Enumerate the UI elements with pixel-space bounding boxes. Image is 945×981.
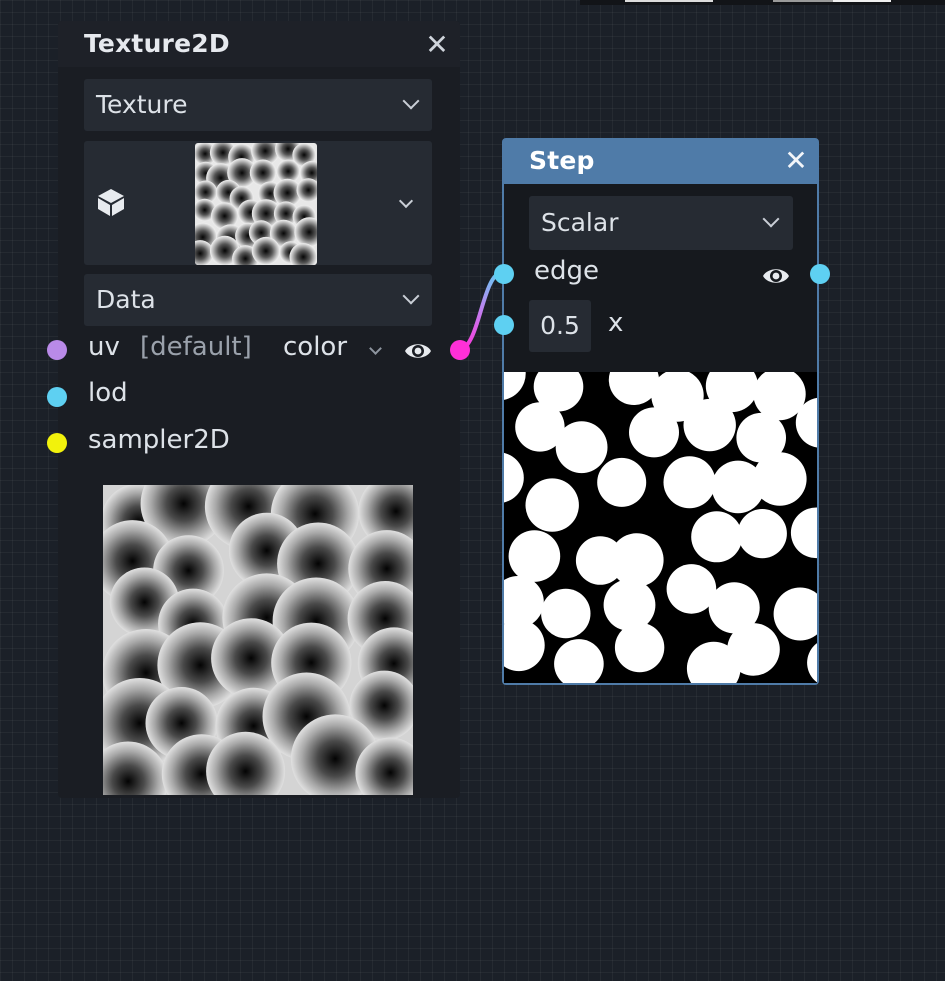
- lod-input-port[interactable]: [47, 387, 67, 407]
- step-controls: Scalar edge 0.5 x: [504, 184, 817, 372]
- step-dot: [525, 478, 579, 532]
- sampler2d-label: sampler2D: [88, 425, 230, 455]
- data-select-label: Data: [96, 285, 156, 314]
- chevron-down-icon: [762, 210, 780, 228]
- step-dot: [555, 421, 608, 474]
- step-dot: [753, 452, 807, 506]
- step-dot: [610, 533, 664, 587]
- sampler2d-input-port[interactable]: [47, 433, 67, 453]
- step-dot: [691, 511, 743, 563]
- color-output-label[interactable]: color: [283, 332, 347, 362]
- texture-picker[interactable]: [84, 141, 432, 265]
- uv-label: uv: [88, 332, 120, 362]
- step-dot: [541, 588, 591, 639]
- color-output-port[interactable]: [450, 340, 470, 360]
- step-dot: [629, 407, 679, 458]
- uv-default-hint: [default]: [140, 332, 252, 362]
- step-dot: [683, 398, 736, 452]
- uv-input-port[interactable]: [47, 340, 67, 360]
- step-dot: [663, 456, 716, 509]
- texture-thumbnail: [195, 143, 317, 265]
- texture-type-select[interactable]: Texture: [84, 79, 432, 131]
- lod-label: lod: [88, 378, 128, 408]
- x-label: x: [608, 308, 624, 338]
- step-preview: [504, 372, 817, 683]
- close-icon[interactable]: ✕: [422, 30, 452, 60]
- x-input-port[interactable]: [494, 315, 514, 335]
- chevron-down-icon[interactable]: [369, 342, 382, 355]
- node-header[interactable]: Texture2D ✕: [58, 21, 460, 67]
- cube-icon[interactable]: [96, 187, 126, 217]
- chevron-down-icon: [398, 193, 414, 209]
- step-dot: [597, 457, 647, 507]
- eye-icon[interactable]: [761, 263, 791, 289]
- top-toolbar-strip: [580, 0, 945, 5]
- step-node[interactable]: Step ✕ Scalar edge 0.5 x: [494, 138, 830, 685]
- texture-cell: [251, 236, 280, 265]
- step-dot: [727, 623, 780, 676]
- texture2d-node[interactable]: Texture2D ✕ Texture Data uv [default] co…: [47, 21, 470, 798]
- texture-preview: [103, 485, 413, 795]
- step-dot: [603, 579, 656, 631]
- edge-label: edge: [534, 256, 599, 286]
- step-dot: [508, 530, 561, 582]
- scalar-type-select[interactable]: Scalar: [529, 196, 793, 250]
- node-header[interactable]: Step ✕: [504, 140, 817, 184]
- x-value-input[interactable]: 0.5: [529, 300, 591, 352]
- texture-type-label: Texture: [96, 90, 188, 119]
- step-output-port[interactable]: [810, 264, 830, 284]
- close-icon[interactable]: ✕: [781, 146, 811, 176]
- step-dot: [737, 509, 787, 559]
- node-title: Step: [529, 146, 595, 175]
- data-select[interactable]: Data: [84, 274, 432, 326]
- eye-icon[interactable]: [403, 338, 433, 364]
- step-dot: [614, 622, 665, 673]
- edge-input-port[interactable]: [494, 264, 514, 284]
- node-title: Texture2D: [84, 29, 230, 58]
- scalar-type-label: Scalar: [541, 208, 619, 237]
- chevron-down-icon: [402, 92, 420, 110]
- chevron-down-icon: [402, 287, 420, 305]
